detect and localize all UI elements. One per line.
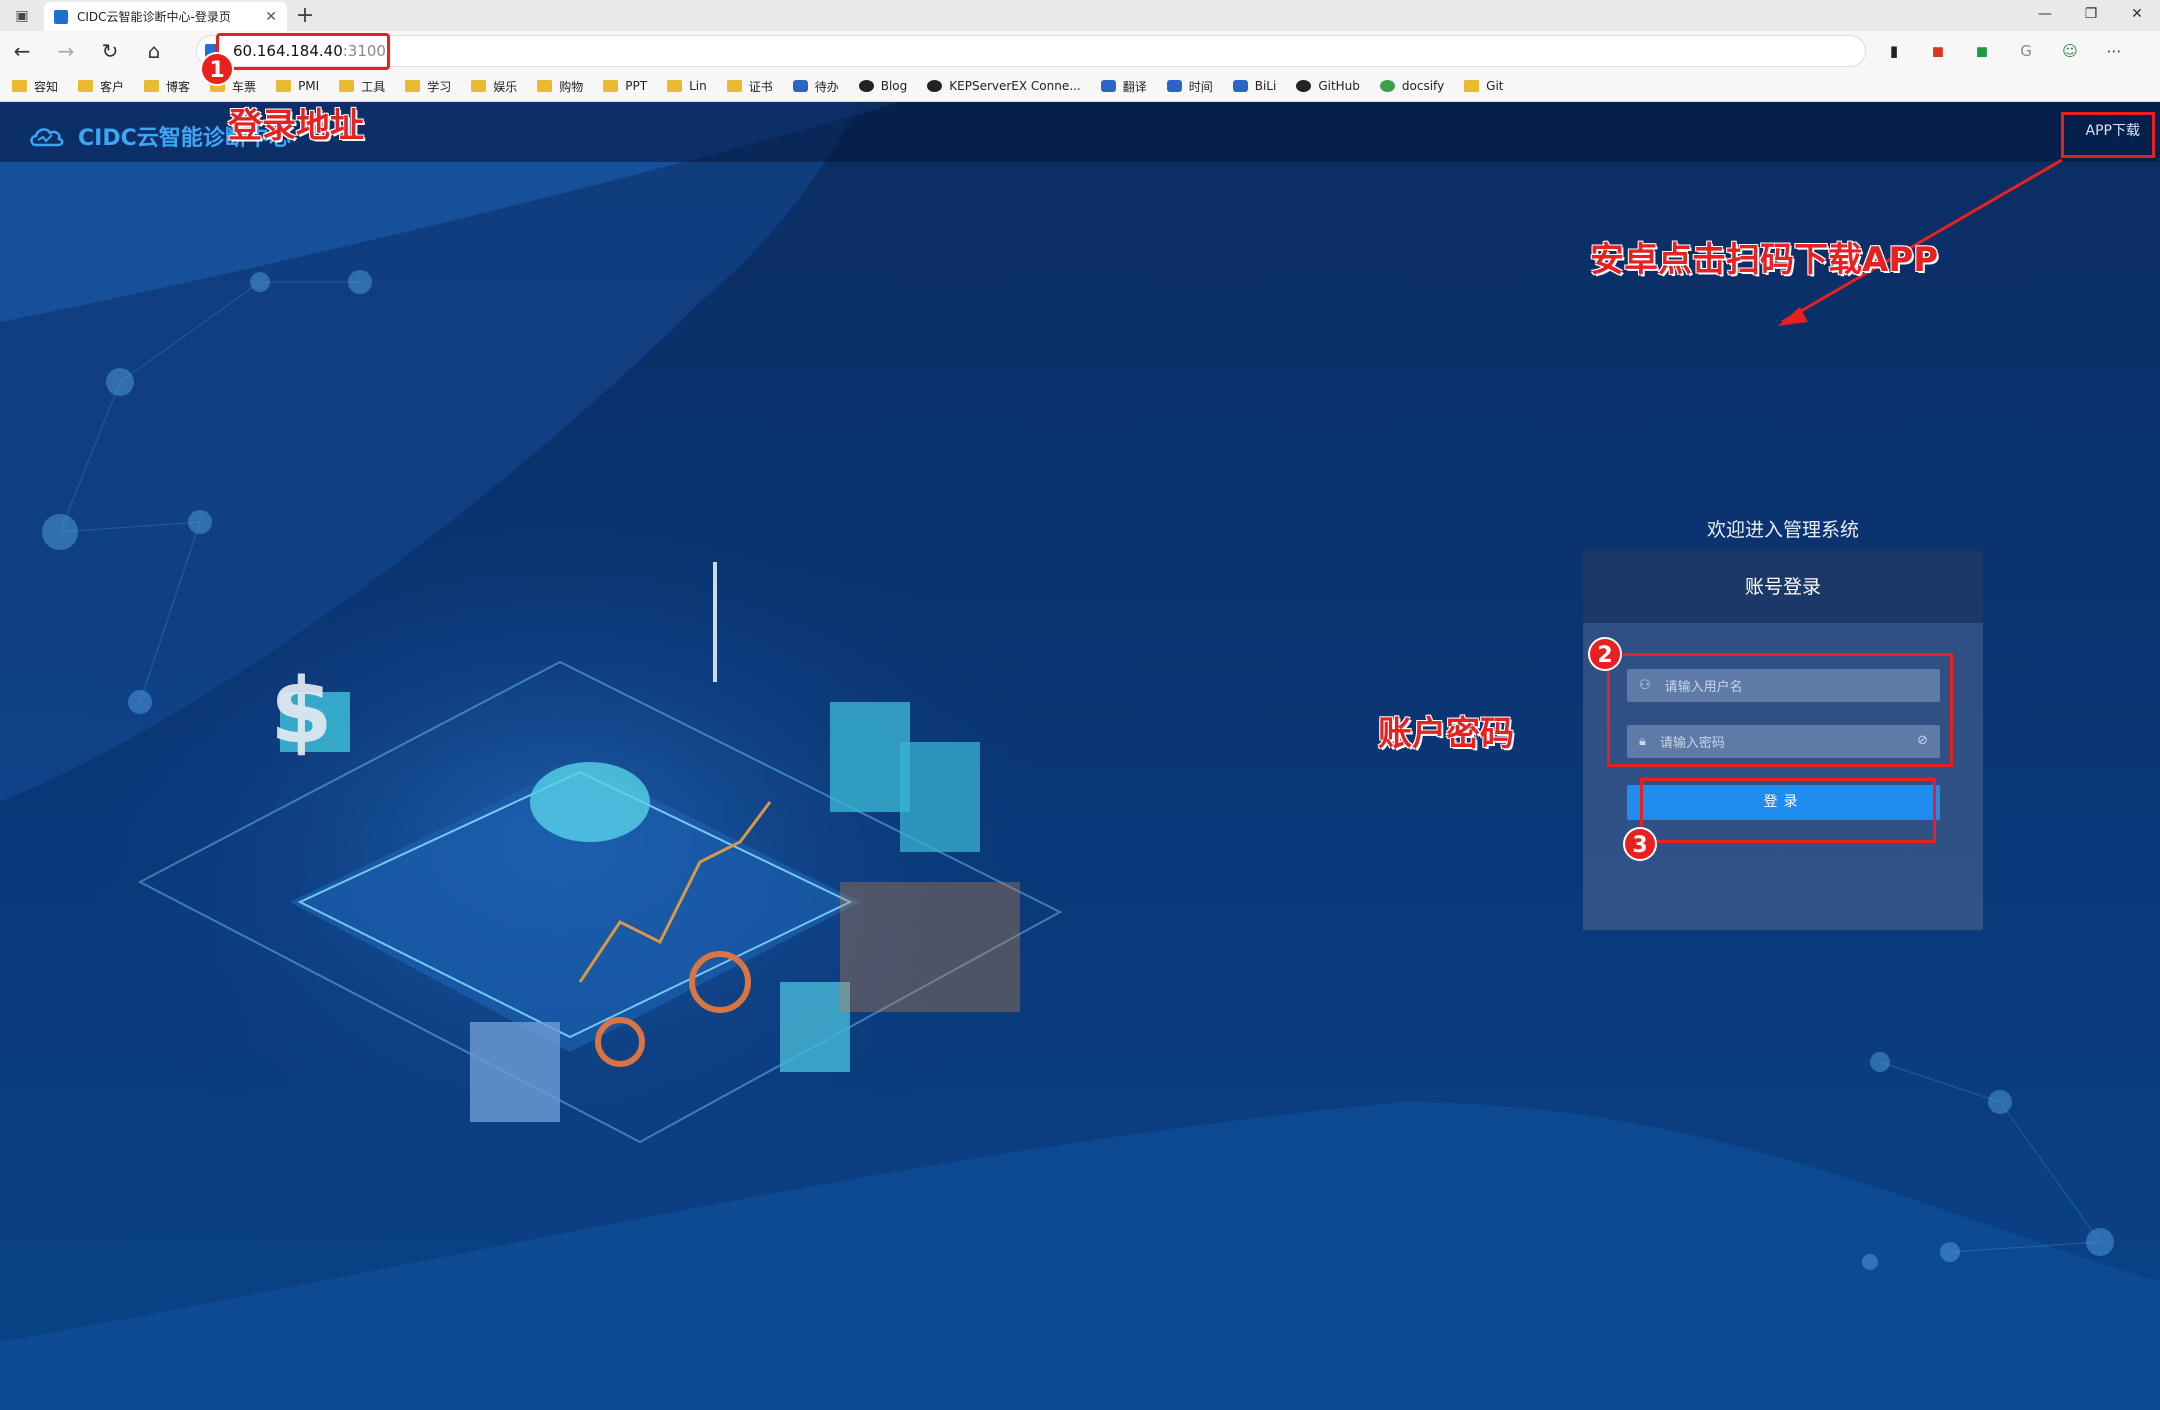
bookmark-item[interactable]: KEPServerEX Conne... — [927, 79, 1081, 93]
folder-icon — [405, 80, 421, 92]
folder-icon — [471, 80, 487, 92]
folder-icon — [339, 80, 355, 92]
folder-icon — [726, 80, 742, 92]
profile-icon[interactable]: ☺ — [2048, 42, 2092, 60]
refresh-icon[interactable]: ↻ — [88, 39, 132, 63]
blog-icon — [858, 80, 874, 92]
back-icon[interactable]: ← — [0, 39, 44, 63]
tab-actions-icon[interactable]: ▣ — [0, 0, 44, 31]
kepserver-icon — [927, 80, 943, 92]
collections-icon[interactable]: ▮ — [1872, 42, 1916, 60]
bookmark-item[interactable]: PMI — [276, 79, 319, 93]
grammar-extension-icon[interactable]: G — [2004, 42, 2048, 60]
bookmark-item[interactable]: 时间 — [1166, 78, 1213, 95]
github-icon — [1296, 80, 1312, 92]
folder-icon — [144, 80, 160, 92]
folder-icon — [667, 80, 683, 92]
app-annotation: 安卓点击扫码下载APP — [1590, 240, 1939, 280]
folder-icon — [78, 80, 94, 92]
step-badge-1: 1 — [200, 52, 234, 86]
bookmark-item[interactable]: 待办 — [792, 78, 839, 95]
minimize-icon[interactable]: — — [2022, 0, 2068, 31]
bookmark-item[interactable]: 工具 — [339, 78, 385, 95]
bookmark-item[interactable]: 购物 — [537, 78, 583, 95]
bookmark-item[interactable]: Blog — [858, 79, 907, 93]
bookmark-item[interactable]: Lin — [667, 79, 707, 93]
credentials-highlight — [1607, 653, 1953, 767]
address-highlight — [216, 33, 390, 70]
restore-icon[interactable]: ❐ — [2068, 0, 2114, 31]
bookmark-item[interactable]: docsify — [1379, 79, 1444, 93]
window-controls: — ❐ ✕ — [2022, 0, 2160, 31]
bookmark-item[interactable]: BiLi — [1232, 79, 1276, 93]
translate-icon — [1100, 80, 1116, 92]
address-bar[interactable]: 60.164.184.40:3100 — [196, 35, 1866, 67]
folder-icon — [276, 80, 292, 92]
welcome-text: 欢迎进入管理系统 — [1706, 519, 1859, 541]
dollar-sign-icon: $ — [270, 659, 333, 764]
more-menu-icon[interactable]: ⋯ — [2092, 42, 2136, 60]
bookmarks-bar: 容知 客户 博客 车票 PMI 工具 学习 娱乐 购物 PPT Lin 证书 待… — [0, 71, 2160, 102]
bookmark-item[interactable]: 翻译 — [1100, 78, 1147, 95]
home-icon[interactable]: ⌂ — [132, 39, 176, 63]
site-favicon-icon — [54, 9, 68, 24]
close-window-icon[interactable]: ✕ — [2114, 0, 2160, 31]
bookmark-item[interactable]: PPT — [603, 79, 647, 93]
folder-icon — [1464, 80, 1480, 92]
bookmark-item[interactable]: 博客 — [144, 78, 190, 95]
login-page: $ CIDC云智能诊断中心 APP下载 欢迎进入管理系统 账号登录 ⚇ 请输入用… — [0, 102, 2160, 1410]
login-button-highlight — [1640, 778, 1936, 843]
bookmark-item[interactable]: Git — [1464, 79, 1504, 93]
bookmark-item[interactable]: 容知 — [12, 78, 58, 95]
step-badge-2: 2 — [1588, 637, 1622, 671]
clock-icon — [1166, 80, 1182, 92]
folder-icon — [12, 80, 27, 92]
sheet-extension-icon[interactable]: ◼ — [1960, 42, 2004, 60]
bilibili-icon — [1232, 80, 1248, 92]
app-download-highlight — [2061, 112, 2155, 158]
docsify-icon — [1379, 80, 1395, 92]
extension-icons: ▮ ◼ ◼ G ☺ ⋯ — [1872, 31, 2136, 71]
folder-icon — [603, 80, 619, 92]
bookmark-item[interactable]: 娱乐 — [471, 78, 517, 95]
account-annotation: 账户密码 — [1378, 714, 1514, 754]
browser-tab-bar: ▣ CIDC云智能诊断中心-登录页 ✕ + — ❐ ✕ — [0, 0, 2160, 31]
folder-icon — [537, 80, 553, 92]
browser-tab[interactable]: CIDC云智能诊断中心-登录页 ✕ — [44, 2, 287, 31]
login-card-title: 账号登录 — [1583, 551, 1983, 623]
cloud-logo-icon — [30, 128, 64, 147]
bookmark-item[interactable]: GitHub — [1296, 79, 1360, 93]
calendar-icon — [792, 80, 808, 92]
close-tab-icon[interactable]: ✕ — [265, 9, 277, 25]
new-tab-button[interactable]: + — [287, 3, 323, 28]
bookmark-item[interactable]: 学习 — [405, 78, 451, 95]
step-badge-3: 3 — [1623, 827, 1657, 861]
forward-icon[interactable]: → — [44, 39, 88, 63]
tab-title: CIDC云智能诊断中心-登录页 — [77, 10, 231, 24]
address-annotation: 登录地址 — [228, 106, 364, 146]
bookmark-item[interactable]: 客户 — [78, 78, 124, 95]
bookmark-item[interactable]: 证书 — [726, 78, 773, 95]
office-icon[interactable]: ◼ — [1916, 42, 1960, 60]
